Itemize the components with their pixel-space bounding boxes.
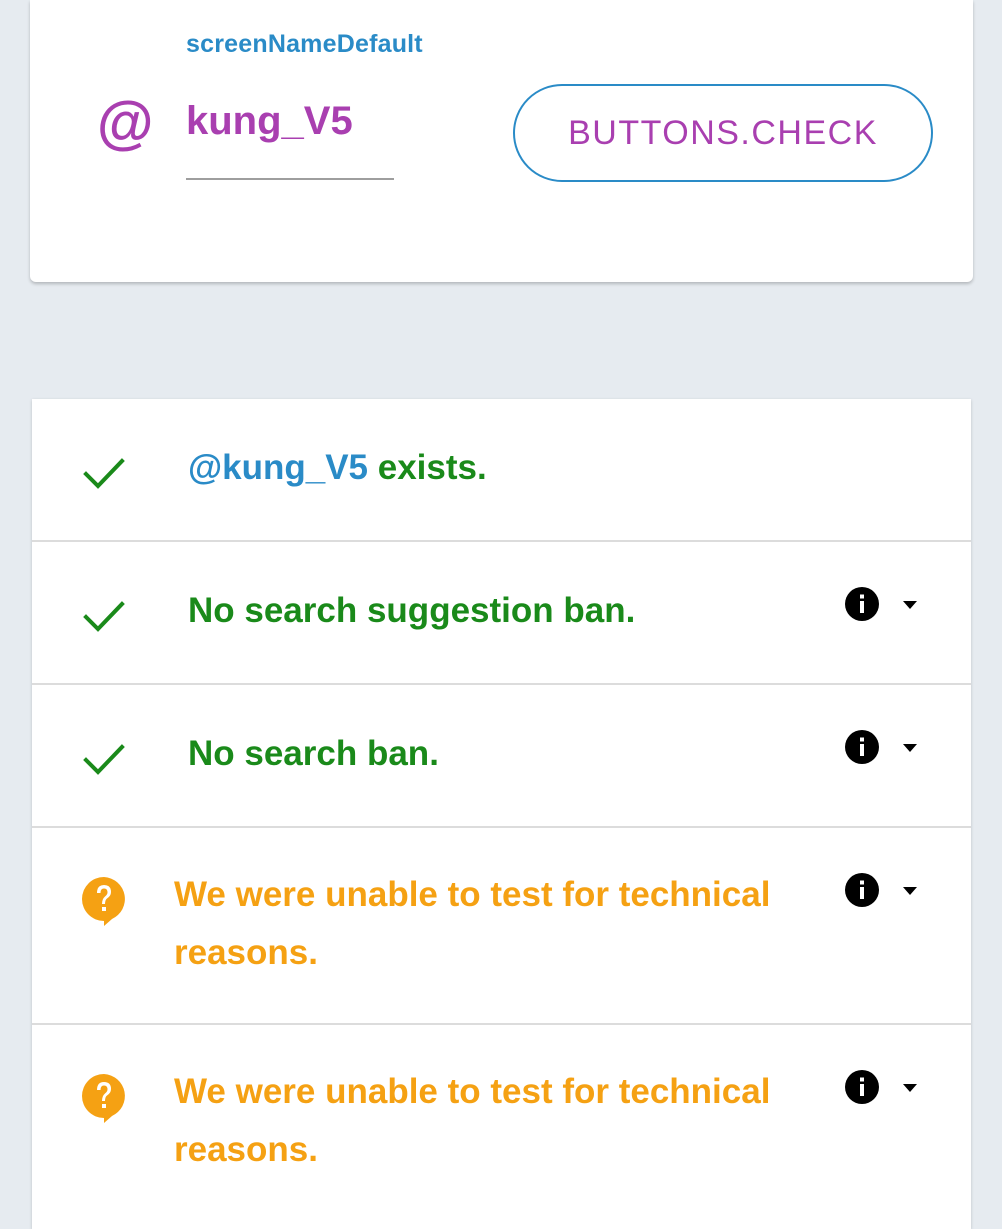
chevron-down-icon[interactable] xyxy=(898,885,922,899)
result-text-line: We were unable to test for technical xyxy=(174,875,771,914)
info-icon[interactable] xyxy=(844,729,880,765)
info-icon[interactable] xyxy=(844,1069,880,1105)
checkmark-icon xyxy=(83,744,125,775)
info-icon[interactable] xyxy=(844,872,880,908)
result-row-search-ban: No search ban. xyxy=(32,685,971,828)
chevron-down-icon[interactable] xyxy=(898,1082,922,1096)
results-card: @kung_V5 exists. No search suggestion ba… xyxy=(32,399,971,1229)
result-text: @kung_V5 exists. xyxy=(188,439,487,497)
exists-text: exists. xyxy=(368,448,487,487)
result-text-line: We were unable to test for technical xyxy=(174,1072,771,1111)
result-text: We were unable to test for technical rea… xyxy=(174,866,770,982)
result-text: No search suggestion ban. xyxy=(188,591,636,630)
result-text-line: reasons. xyxy=(174,1130,318,1169)
screen-name-link[interactable]: @kung_V5 xyxy=(188,448,368,487)
chevron-down-icon[interactable] xyxy=(898,599,922,613)
checkmark-icon xyxy=(83,458,125,489)
info-icon[interactable] xyxy=(844,586,880,622)
lookup-card: screenNameDefault @ kung_V5 BUTTONS.CHEC… xyxy=(30,0,973,282)
result-text-line: reasons. xyxy=(174,933,318,972)
result-row-unknown: We were unable to test for technical rea… xyxy=(32,828,971,1025)
screen-name-label: screenNameDefault xyxy=(186,30,423,58)
screen-name-input[interactable]: kung_V5 xyxy=(186,92,394,180)
result-row-search-suggestion: No search suggestion ban. xyxy=(32,542,971,685)
chevron-down-icon[interactable] xyxy=(898,742,922,756)
question-bubble-icon xyxy=(82,877,125,926)
checkmark-icon xyxy=(83,601,125,632)
result-text: We were unable to test for technical rea… xyxy=(174,1063,770,1179)
result-text: No search ban. xyxy=(188,734,439,773)
at-icon: @ xyxy=(96,91,153,156)
check-button[interactable]: BUTTONS.CHECK xyxy=(513,84,933,182)
question-bubble-icon xyxy=(82,1074,125,1123)
result-row-unknown: We were unable to test for technical rea… xyxy=(32,1025,971,1229)
result-row-exists: @kung_V5 exists. xyxy=(32,399,971,542)
